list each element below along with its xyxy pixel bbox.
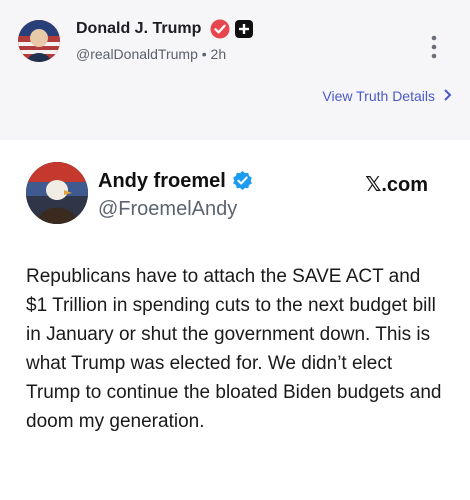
embed-post-text: Republicans have to attach the SAVE ACT …	[26, 266, 442, 432]
post-header: Donald J. Trump @realDonaldTrump • 2h	[0, 0, 470, 72]
verified-badge-icon	[233, 170, 252, 191]
author-handle[interactable]: @realDonaldTrump	[76, 46, 198, 62]
post-time: 2h	[210, 46, 227, 62]
view-truth-details-link[interactable]: View Truth Details	[322, 88, 452, 104]
avatar-image	[18, 20, 60, 62]
view-truth-details-label: View Truth Details	[322, 88, 435, 104]
plus-badge-icon	[235, 20, 253, 38]
embed-author-avatar[interactable]	[26, 162, 88, 224]
embed-author-handle[interactable]: @FroemelAndy	[98, 198, 237, 221]
verified-badge-icon	[210, 19, 230, 39]
source-label[interactable]: 𝕏.com	[365, 172, 428, 197]
embed-author-name[interactable]: Andy froemel	[98, 170, 226, 193]
more-vertical-icon[interactable]	[430, 34, 438, 60]
embedded-post-card[interactable]: Andy froemel @FroemelAndy 𝕏.com Republic…	[0, 140, 470, 500]
meta-separator: •	[201, 46, 207, 62]
embed-avatar-image	[26, 162, 88, 224]
author-avatar[interactable]	[18, 20, 60, 62]
chevron-right-icon	[443, 88, 452, 104]
author-name[interactable]: Donald J. Trump	[76, 20, 201, 38]
author-handle-line: @realDonaldTrump • 2h	[76, 46, 226, 62]
